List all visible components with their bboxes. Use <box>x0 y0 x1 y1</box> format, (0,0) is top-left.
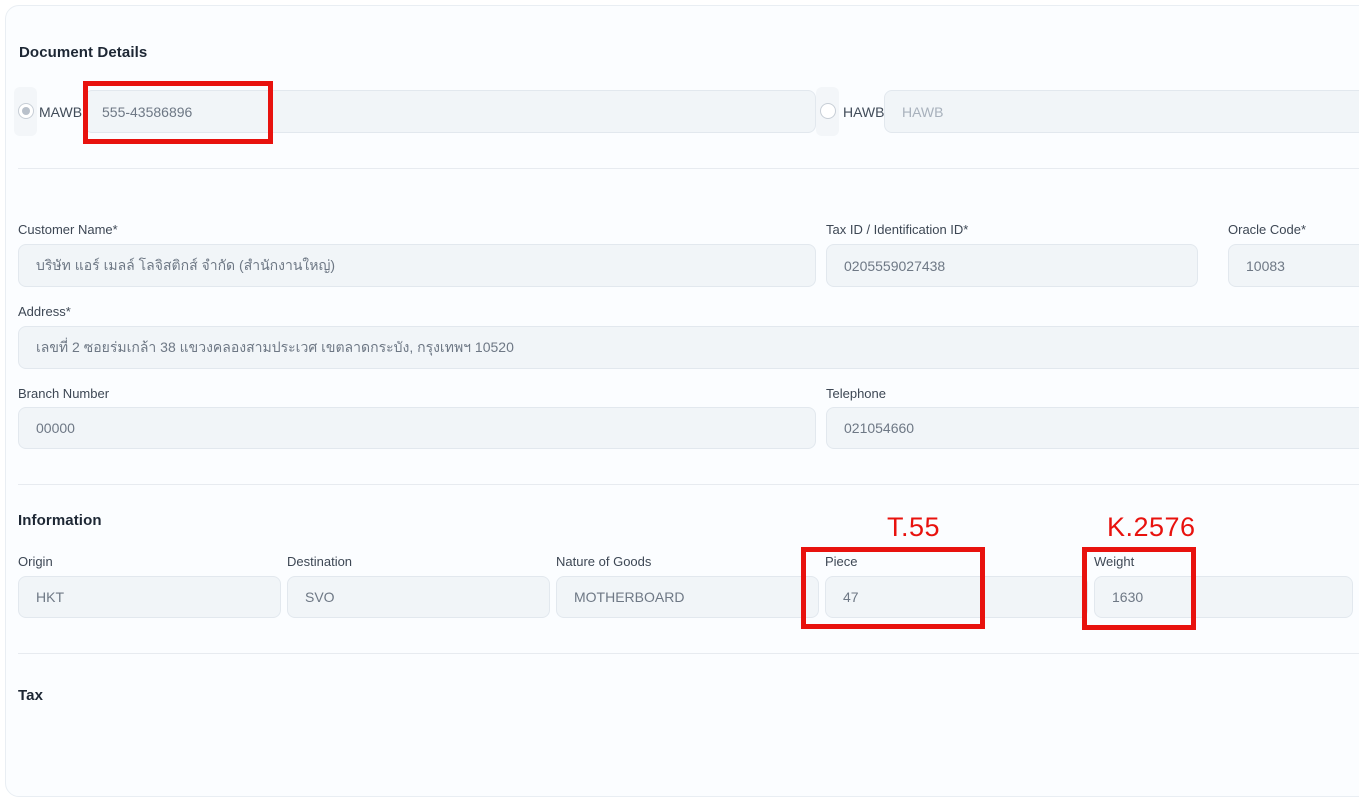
origin-input[interactable] <box>18 576 281 618</box>
hawb-radio-label: HAWB <box>843 104 884 120</box>
oracle-code-label: Oracle Code* <box>1228 222 1306 237</box>
customer-name-input[interactable] <box>18 244 816 287</box>
mawb-input[interactable] <box>84 90 816 133</box>
hawb-input[interactable] <box>884 90 1359 133</box>
branch-number-input[interactable] <box>18 407 816 449</box>
mawb-radio[interactable] <box>18 103 34 119</box>
nature-of-goods-input[interactable] <box>556 576 819 618</box>
section-divider <box>18 653 1359 654</box>
piece-label: Piece <box>825 554 858 569</box>
oracle-code-input[interactable] <box>1228 244 1359 287</box>
address-label: Address* <box>18 304 71 319</box>
origin-label: Origin <box>18 554 53 569</box>
telephone-label: Telephone <box>826 386 886 401</box>
weight-label: Weight <box>1094 554 1134 569</box>
nature-of-goods-label: Nature of Goods <box>556 554 651 569</box>
address-input[interactable] <box>18 326 1359 369</box>
information-heading: Information <box>18 512 102 529</box>
hawb-radio[interactable] <box>820 103 836 119</box>
customer-name-label: Customer Name* <box>18 222 118 237</box>
piece-input[interactable] <box>825 576 1088 618</box>
document-details-heading: Document Details <box>19 44 147 61</box>
weight-input[interactable] <box>1094 576 1353 618</box>
mawb-radio-label: MAWB <box>39 104 82 120</box>
section-divider <box>18 168 1359 169</box>
branch-number-label: Branch Number <box>18 386 109 401</box>
destination-label: Destination <box>287 554 352 569</box>
tax-heading: Tax <box>18 687 43 704</box>
section-divider <box>18 484 1359 485</box>
telephone-input[interactable] <box>826 407 1359 449</box>
destination-input[interactable] <box>287 576 550 618</box>
tax-id-label: Tax ID / Identification ID* <box>826 222 968 237</box>
tax-id-input[interactable] <box>826 244 1198 287</box>
